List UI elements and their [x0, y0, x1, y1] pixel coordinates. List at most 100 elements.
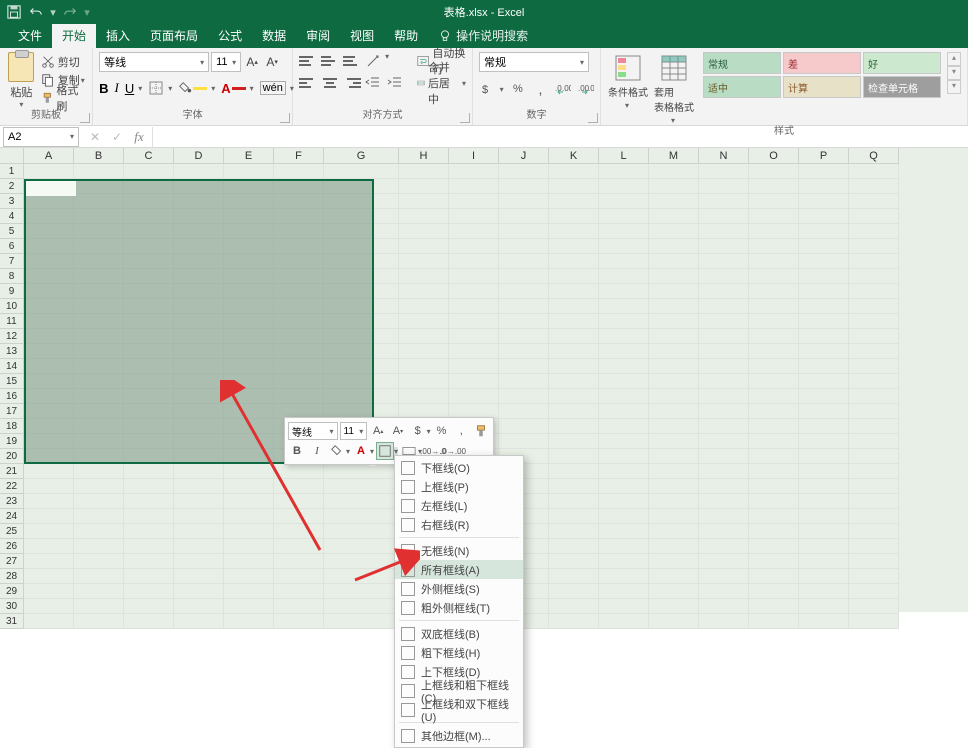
col-header-Q[interactable]: Q [849, 148, 899, 164]
cell[interactable] [324, 344, 399, 359]
cell[interactable] [549, 224, 599, 239]
cell[interactable] [24, 299, 74, 314]
col-header-A[interactable]: A [24, 148, 74, 164]
cell[interactable] [699, 329, 749, 344]
cell[interactable] [174, 299, 224, 314]
cell[interactable] [324, 269, 399, 284]
cell[interactable] [699, 179, 749, 194]
cell[interactable] [174, 344, 224, 359]
cell[interactable] [799, 314, 849, 329]
cell[interactable] [324, 539, 399, 554]
cell[interactable] [699, 584, 749, 599]
cell[interactable] [274, 554, 324, 569]
cell[interactable] [274, 269, 324, 284]
cell[interactable] [499, 269, 549, 284]
cell[interactable] [399, 194, 449, 209]
row-header-4[interactable]: 4 [0, 209, 24, 224]
cell[interactable] [549, 284, 599, 299]
cell[interactable] [799, 254, 849, 269]
cell[interactable] [74, 284, 124, 299]
cell[interactable] [224, 359, 274, 374]
cell[interactable] [274, 194, 324, 209]
cell[interactable] [74, 359, 124, 374]
cell[interactable] [849, 464, 899, 479]
border-menu-item[interactable]: 其他边框(M)... [395, 726, 523, 745]
row-header-29[interactable]: 29 [0, 584, 24, 599]
cell[interactable] [274, 179, 324, 194]
cell[interactable] [399, 179, 449, 194]
col-header-F[interactable]: F [274, 148, 324, 164]
cell[interactable] [849, 239, 899, 254]
cell[interactable] [449, 359, 499, 374]
cell[interactable] [74, 389, 124, 404]
cell[interactable] [799, 554, 849, 569]
orientation-icon[interactable] [365, 52, 383, 70]
cell[interactable] [224, 209, 274, 224]
cell[interactable] [799, 224, 849, 239]
cell[interactable] [399, 314, 449, 329]
cell[interactable] [649, 374, 699, 389]
cell[interactable] [849, 164, 899, 179]
align-right-icon[interactable] [343, 74, 361, 92]
cell[interactable] [224, 404, 274, 419]
cell[interactable] [749, 344, 799, 359]
cell[interactable] [599, 494, 649, 509]
cell[interactable] [799, 374, 849, 389]
cell[interactable] [224, 164, 274, 179]
cell[interactable] [799, 239, 849, 254]
mini-size-select[interactable]: 11▾ [340, 422, 368, 440]
cell[interactable] [599, 479, 649, 494]
col-header-G[interactable]: G [324, 148, 399, 164]
number-format-select[interactable]: 常规▾ [479, 52, 589, 72]
cell[interactable] [174, 434, 224, 449]
cell[interactable] [74, 584, 124, 599]
cell[interactable] [649, 194, 699, 209]
cell[interactable] [24, 269, 74, 284]
cell[interactable] [324, 614, 399, 629]
col-header-H[interactable]: H [399, 148, 449, 164]
undo-icon[interactable] [26, 3, 46, 21]
cell[interactable] [24, 494, 74, 509]
cell[interactable] [549, 239, 599, 254]
tab-review[interactable]: 审阅 [296, 23, 340, 48]
cell[interactable] [449, 209, 499, 224]
row-header-14[interactable]: 14 [0, 359, 24, 374]
cell[interactable] [499, 359, 549, 374]
cell[interactable] [274, 344, 324, 359]
cell[interactable] [274, 389, 324, 404]
cell[interactable] [224, 179, 274, 194]
cell[interactable] [224, 299, 274, 314]
cell[interactable] [499, 209, 549, 224]
cell[interactable] [499, 389, 549, 404]
mini-format-painter-icon[interactable] [472, 422, 490, 440]
cell[interactable] [549, 329, 599, 344]
cell[interactable] [499, 179, 549, 194]
cell[interactable] [74, 209, 124, 224]
row-header-10[interactable]: 10 [0, 299, 24, 314]
cell[interactable] [699, 209, 749, 224]
cell[interactable] [499, 434, 549, 449]
cell[interactable] [649, 284, 699, 299]
cell[interactable] [799, 494, 849, 509]
cell[interactable] [174, 374, 224, 389]
cell[interactable] [24, 374, 74, 389]
cell[interactable] [549, 314, 599, 329]
cell[interactable] [699, 494, 749, 509]
cell[interactable] [74, 479, 124, 494]
fx-icon[interactable]: fx [132, 129, 146, 145]
cell[interactable] [174, 269, 224, 284]
cell[interactable] [549, 209, 599, 224]
cell[interactable] [649, 359, 699, 374]
cell[interactable] [799, 344, 849, 359]
cell[interactable] [224, 344, 274, 359]
cell[interactable] [324, 584, 399, 599]
cell[interactable] [324, 194, 399, 209]
cell[interactable] [799, 539, 849, 554]
cell[interactable] [24, 614, 74, 629]
cell[interactable] [174, 494, 224, 509]
cell[interactable] [24, 359, 74, 374]
cell[interactable] [324, 314, 399, 329]
column-headers[interactable]: ABCDEFGHIJKLMNOPQ [24, 148, 968, 164]
mini-font-select[interactable]: 等线▾ [288, 422, 338, 440]
cell[interactable] [74, 464, 124, 479]
